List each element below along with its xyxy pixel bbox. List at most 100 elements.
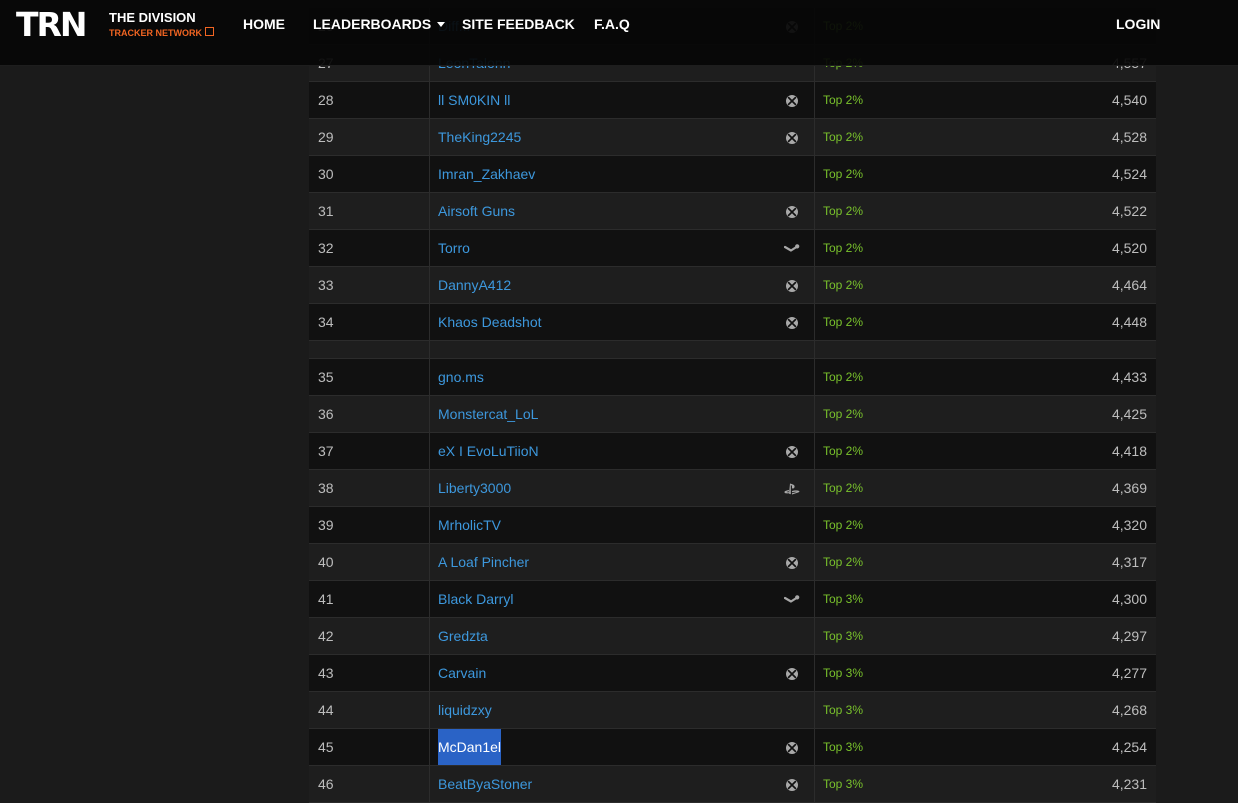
column-divider: [429, 507, 430, 543]
player-name-link[interactable]: ll SM0KIN ll: [438, 82, 510, 118]
xbox-icon-glyph: [786, 206, 798, 219]
player-name-link[interactable]: Khaos Deadshot: [438, 304, 542, 340]
column-divider: [814, 341, 815, 358]
percentile-cell: Top 2%: [823, 370, 864, 384]
player-name-link[interactable]: BeatByaStoner: [438, 766, 532, 802]
player-name-link[interactable]: Black Darryl: [438, 581, 513, 617]
steam-icon: [783, 230, 801, 266]
score-cell: 4,254: [1111, 739, 1147, 755]
percentile-cell: Top 3%: [823, 740, 864, 754]
nav-home[interactable]: HOME: [243, 16, 285, 32]
percentile-cell: Top 2%: [823, 130, 864, 144]
xbox-icon-glyph: [786, 557, 798, 570]
score-cell: 4,300: [1111, 591, 1147, 607]
leaderboard-table: 26Diff...Top 2%27LeonTalonnTop 2%4,55728…: [309, 8, 1156, 803]
percentile-cell: Top 2%: [823, 315, 864, 329]
percentile-cell: Top 3%: [823, 777, 864, 791]
xbox-icon-glyph: [786, 668, 798, 681]
column-divider: [429, 618, 430, 654]
table-row: 40 A Loaf Pincher Top 2% 4,317: [309, 544, 1156, 581]
column-divider: [429, 341, 430, 358]
nav-login[interactable]: LOGIN: [1116, 16, 1160, 32]
rank-cell: 43: [318, 665, 334, 681]
rank-cell: 34: [318, 314, 334, 330]
column-divider: [429, 655, 430, 691]
rank-cell: 41: [318, 591, 334, 607]
nav-site-feedback[interactable]: SITE FEEDBACK: [462, 16, 575, 32]
rank-cell: 30: [318, 166, 334, 182]
percentile-cell: Top 2%: [823, 204, 864, 218]
xbox-icon-glyph: [786, 95, 798, 108]
player-name-link[interactable]: A Loaf Pincher: [438, 544, 529, 580]
brand-title[interactable]: THE DIVISION: [109, 11, 196, 25]
score-cell: 4,297: [1111, 628, 1147, 644]
top-navbar: TRN THE DIVISION TRACKER NETWORK HOME LE…: [0, 0, 1238, 66]
xbox-icon-glyph: [786, 446, 798, 459]
caret-down-icon: [437, 22, 446, 27]
player-name-link[interactable]: TheKing2245: [438, 119, 521, 155]
rank-cell: 32: [318, 240, 334, 256]
rank-cell: 37: [318, 443, 334, 459]
rank-cell: 31: [318, 203, 334, 219]
player-name-link[interactable]: gno.ms: [438, 359, 484, 395]
table-row: 38 Liberty3000 Top 2% 4,369: [309, 470, 1156, 507]
column-divider: [429, 396, 430, 432]
column-divider: [814, 230, 815, 266]
column-divider: [429, 692, 430, 728]
column-divider: [814, 193, 815, 229]
leaderboard-rows-bottom: 35 gno.ms Top 2% 4,433 36 Monstercat_LoL Top 2…: [309, 359, 1156, 803]
score-cell: 4,433: [1111, 369, 1147, 385]
table-row: 36 Monstercat_LoL Top 2% 4,425: [309, 396, 1156, 433]
percentile-cell: Top 2%: [823, 407, 864, 421]
xbox-icon: [783, 119, 801, 155]
column-divider: [814, 618, 815, 654]
column-divider: [429, 156, 430, 192]
column-divider: [814, 470, 815, 506]
xbox-icon: [783, 193, 801, 229]
score-cell: 4,277: [1111, 665, 1147, 681]
player-name-link[interactable]: Torro: [438, 230, 470, 266]
rank-cell: 38: [318, 480, 334, 496]
table-row: 32 Torro Top 2% 4,520: [309, 230, 1156, 267]
rank-cell: 42: [318, 628, 334, 644]
player-name-link[interactable]: Imran_Zakhaev: [438, 156, 535, 192]
trn-logo[interactable]: TRN: [16, 7, 88, 43]
player-name-link[interactable]: eX I EvoLuTiioN: [438, 433, 539, 469]
player-name-link[interactable]: Monstercat_LoL: [438, 396, 538, 432]
column-divider: [814, 82, 815, 118]
xbox-icon: [783, 544, 801, 580]
xbox-icon: [783, 267, 801, 303]
rank-cell: 45: [318, 739, 334, 755]
table-row: 39 MrholicTV Top 2% 4,320: [309, 507, 1156, 544]
column-divider: [814, 119, 815, 155]
player-name-link[interactable]: McDan1el: [438, 729, 502, 765]
steam-icon-glyph: [783, 244, 800, 252]
player-name-link[interactable]: DannyA412: [438, 267, 511, 303]
player-name-link[interactable]: Carvain: [438, 655, 486, 691]
column-divider: [429, 230, 430, 266]
percentile-cell: Top 3%: [823, 703, 864, 717]
player-name-link[interactable]: liquidzxy: [438, 692, 492, 728]
column-divider: [814, 304, 815, 340]
brand-subtitle[interactable]: TRACKER NETWORK: [109, 27, 214, 38]
player-name-link[interactable]: Liberty3000: [438, 470, 511, 506]
table-row: 29 TheKing2245 Top 2% 4,528: [309, 119, 1156, 156]
percentile-cell: Top 2%: [823, 555, 864, 569]
column-divider: [814, 655, 815, 691]
column-divider: [429, 470, 430, 506]
column-divider: [429, 359, 430, 395]
player-name-link[interactable]: Airsoft Guns: [438, 193, 515, 229]
nav-faq[interactable]: F.A.Q: [594, 16, 630, 32]
column-divider: [429, 82, 430, 118]
player-name-link[interactable]: Gredzta: [438, 618, 488, 654]
table-row: 42 Gredzta Top 3% 4,297: [309, 618, 1156, 655]
score-cell: 4,268: [1111, 702, 1147, 718]
score-cell: 4,464: [1111, 277, 1147, 293]
percentile-cell: Top 3%: [823, 629, 864, 643]
table-row: 45 McDan1el Top 3% 4,254: [309, 729, 1156, 766]
score-cell: 4,317: [1111, 554, 1147, 570]
score-cell: 4,520: [1111, 240, 1147, 256]
xbox-icon: [783, 655, 801, 691]
nav-leaderboards[interactable]: LEADERBOARDS: [313, 16, 446, 32]
player-name-link[interactable]: MrholicTV: [438, 507, 501, 543]
